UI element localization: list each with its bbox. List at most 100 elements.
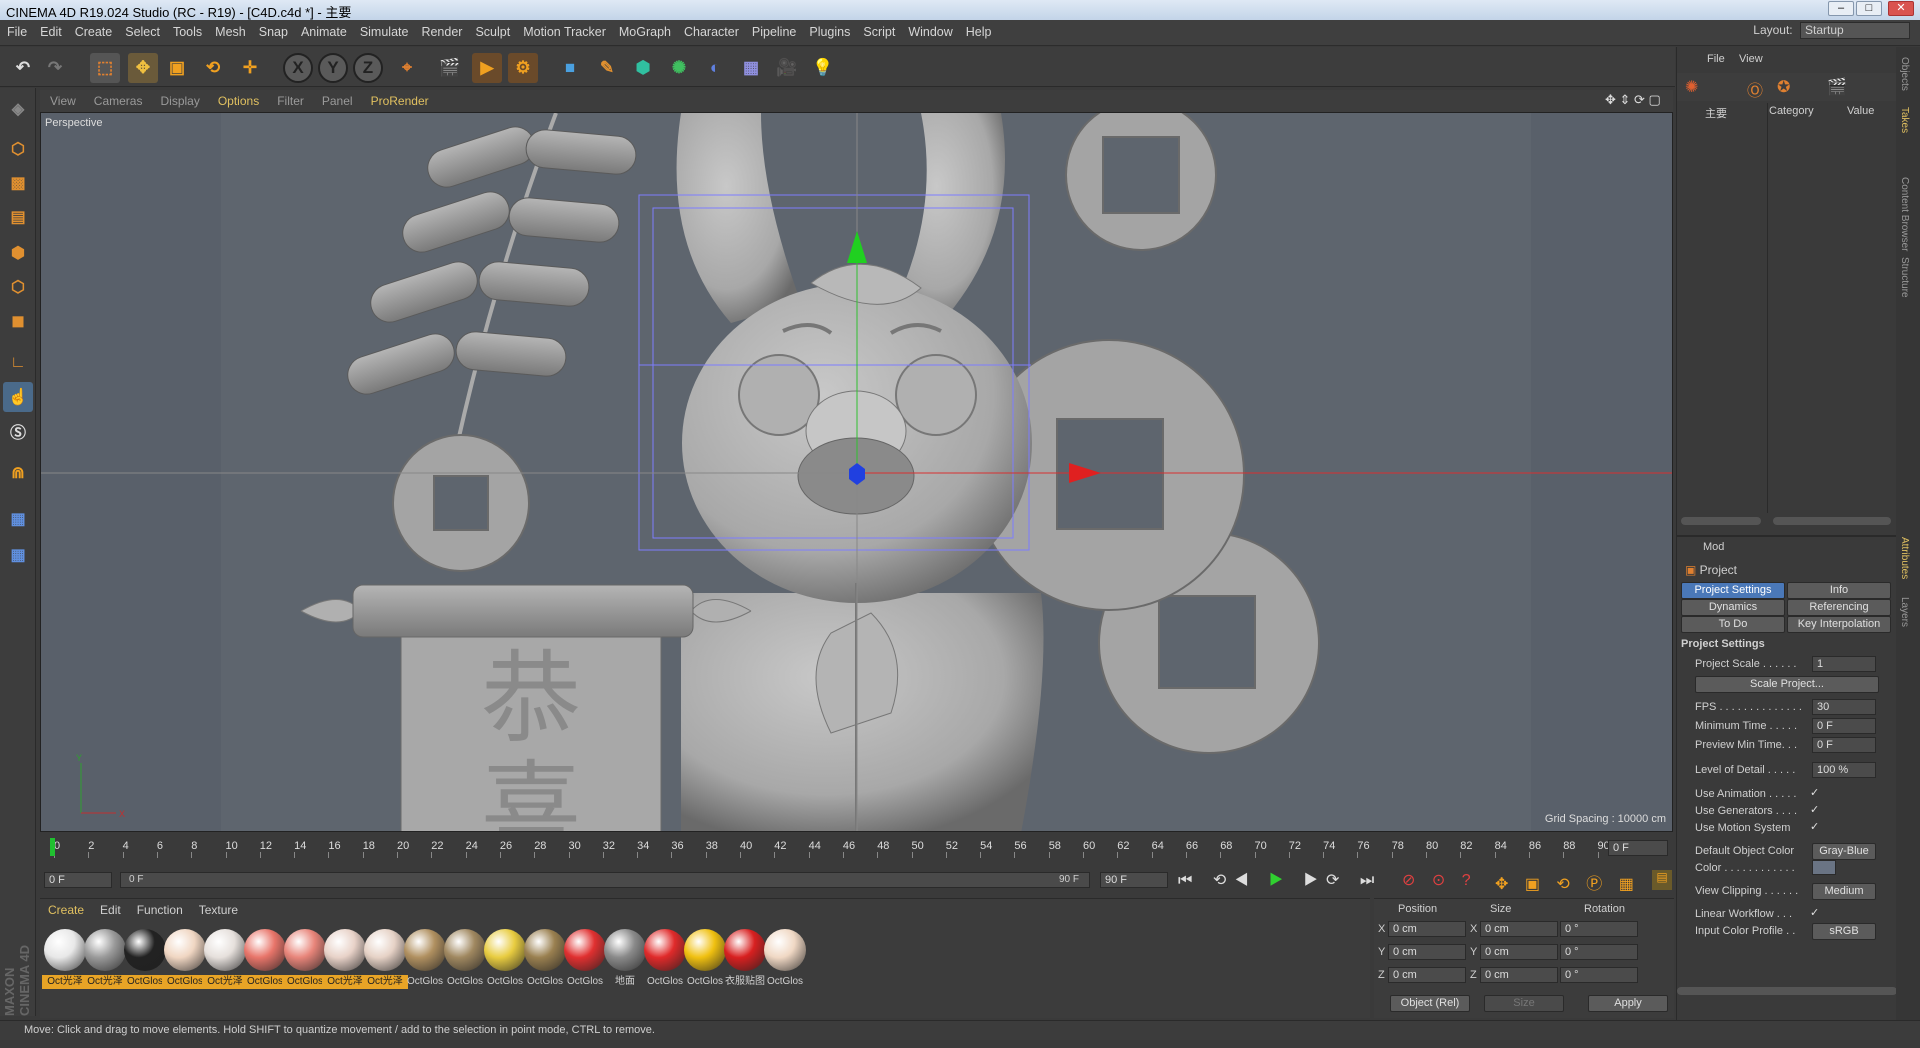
- side-tab-layers[interactable]: Layers: [1899, 597, 1910, 627]
- menu-select[interactable]: Select: [118, 20, 166, 39]
- layout-dropdown[interactable]: Startup: [1800, 22, 1910, 39]
- snapping-icon[interactable]: Ⓢ: [3, 416, 33, 446]
- take-main-item[interactable]: 主要: [1705, 105, 1727, 121]
- use-generators-checkbox[interactable]: ✓: [1810, 803, 1819, 816]
- side-tab-objects[interactable]: Objects: [1899, 57, 1910, 91]
- current-frame-field[interactable]: 0 F: [1608, 840, 1668, 856]
- use-motion-checkbox[interactable]: ✓: [1810, 820, 1819, 833]
- deformer-icon[interactable]: ◐: [700, 53, 730, 83]
- pen-spline-icon[interactable]: ✎: [592, 53, 622, 83]
- coord-value-field[interactable]: 0 cm: [1388, 967, 1466, 983]
- y-axis-lock-icon[interactable]: Y: [318, 53, 348, 83]
- polygons-mode-icon[interactable]: ◼: [3, 306, 33, 336]
- menu-script[interactable]: Script: [856, 20, 901, 39]
- side-tab-takes[interactable]: Takes: [1899, 107, 1910, 133]
- minimize-button[interactable]: –: [1828, 1, 1854, 16]
- solo-icon[interactable]: ▦: [3, 540, 33, 570]
- z-axis-lock-icon[interactable]: Z: [353, 53, 383, 83]
- menu-window[interactable]: Window: [901, 20, 958, 39]
- viewport-menu-display[interactable]: Display: [150, 90, 207, 108]
- transform-tool-icon[interactable]: ✛: [235, 53, 265, 83]
- frame-range-slider[interactable]: 0 F 90 F: [120, 872, 1090, 888]
- maximize-button[interactable]: □: [1856, 1, 1882, 16]
- record-keys-icon[interactable]: ⊘ ⊙ ?: [1402, 870, 1477, 890]
- timeline-window-icon[interactable]: ▤: [1652, 870, 1672, 890]
- axis-mode-icon[interactable]: ∟: [3, 348, 33, 378]
- render-picture-viewer-icon[interactable]: ▶: [472, 53, 502, 83]
- coord-value-field[interactable]: 0 °: [1560, 921, 1638, 937]
- tab-dynamics[interactable]: Dynamics: [1681, 599, 1785, 616]
- material-menu-edit[interactable]: Edit: [92, 903, 129, 917]
- model-mode-icon[interactable]: ⬡: [3, 134, 33, 164]
- viewport-menu-cameras[interactable]: Cameras: [84, 90, 151, 108]
- menu-mesh[interactable]: Mesh: [208, 20, 252, 39]
- coord-value-field[interactable]: 0 cm: [1480, 944, 1558, 960]
- side-tab-structure[interactable]: Structure: [1899, 257, 1910, 298]
- lock-workplane-icon[interactable]: ▦: [3, 504, 33, 534]
- menu-create[interactable]: Create: [68, 20, 119, 39]
- menu-mograph[interactable]: MoGraph: [612, 20, 677, 39]
- side-tab-attributes[interactable]: Attributes: [1899, 537, 1910, 579]
- coord-value-field[interactable]: 0 °: [1560, 967, 1638, 983]
- material-menu-create[interactable]: Create: [40, 903, 92, 917]
- subdivision-icon[interactable]: ⬢: [628, 53, 658, 83]
- x-axis-lock-icon[interactable]: X: [283, 53, 313, 83]
- playback-controls[interactable]: ⏮ ⟲◀ ▶ ▶⟳ ⏭: [1178, 870, 1382, 890]
- preview-min-field[interactable]: 0 F: [1812, 737, 1876, 753]
- menu-character[interactable]: Character: [677, 20, 745, 39]
- viewport-menu-options[interactable]: Options: [208, 90, 267, 108]
- side-tab-content-browser[interactable]: Content Browser: [1899, 177, 1910, 251]
- tab-referencing[interactable]: Referencing: [1787, 599, 1891, 616]
- viewport-nav-icons[interactable]: ✥ ⇕ ⟳ ▢: [1605, 92, 1661, 108]
- tab-info[interactable]: Info: [1787, 582, 1891, 599]
- material-menu-function[interactable]: Function: [129, 903, 191, 917]
- coordinate-system-icon[interactable]: ⌖: [392, 53, 422, 83]
- linear-workflow-checkbox[interactable]: ✓: [1810, 906, 1819, 919]
- undo-icon[interactable]: ↶: [8, 53, 38, 83]
- coord-value-field[interactable]: 0 cm: [1480, 967, 1558, 983]
- menu-plugins[interactable]: Plugins: [802, 20, 856, 39]
- key-filter-icons[interactable]: ✥ ▣ ⟲ Ⓟ ▦: [1495, 870, 1640, 894]
- cloner-icon[interactable]: ✺: [664, 53, 694, 83]
- edges-mode-icon[interactable]: ⬡: [3, 272, 33, 302]
- menu-sculpt[interactable]: Sculpt: [468, 20, 516, 39]
- start-frame-field[interactable]: 0 F: [44, 872, 112, 888]
- viewport-menu-panel[interactable]: Panel: [312, 90, 361, 108]
- menu-simulate[interactable]: Simulate: [353, 20, 415, 39]
- tab-key-interpolation[interactable]: Key Interpolation: [1787, 616, 1891, 633]
- project-scale-field[interactable]: 1: [1812, 656, 1876, 672]
- menu-motion-tracker[interactable]: Motion Tracker: [516, 20, 612, 39]
- menu-file[interactable]: File: [0, 20, 33, 39]
- texture-mode-icon[interactable]: ▩: [3, 168, 33, 198]
- attr-mode-menu[interactable]: Mod: [1703, 541, 1724, 553]
- floor-icon[interactable]: ▦: [736, 53, 766, 83]
- objects-menu-file[interactable]: File: [1707, 53, 1725, 65]
- coord-value-field[interactable]: 0 cm: [1480, 921, 1558, 937]
- workplane-icon[interactable]: ▤: [3, 202, 33, 232]
- viewport-perspective[interactable]: 恭 喜 Y X Perspective Grid Spacing : 10000…: [40, 112, 1673, 832]
- tab-project-settings[interactable]: Project Settings: [1681, 582, 1785, 599]
- default-color-dropdown[interactable]: Gray-Blue: [1812, 843, 1876, 860]
- menu-animate[interactable]: Animate: [294, 20, 353, 39]
- end-frame-field[interactable]: 90 F: [1100, 872, 1168, 888]
- lod-field[interactable]: 100 %: [1812, 762, 1876, 778]
- move-tool-icon[interactable]: ✥: [128, 53, 158, 83]
- viewport-menu-prorender[interactable]: ProRender: [361, 90, 437, 108]
- tab-todo[interactable]: To Do: [1681, 616, 1785, 633]
- coord-value-field[interactable]: 0 cm: [1388, 944, 1466, 960]
- input-profile-dropdown[interactable]: sRGB: [1812, 923, 1876, 940]
- close-button[interactable]: ✕: [1888, 1, 1914, 16]
- render-settings-icon[interactable]: ⚙: [508, 53, 538, 83]
- view-clipping-dropdown[interactable]: Medium: [1812, 883, 1876, 900]
- render-view-icon[interactable]: 🎬: [435, 53, 465, 83]
- make-editable-icon[interactable]: ◈: [3, 94, 33, 124]
- fps-field[interactable]: 30: [1812, 699, 1876, 715]
- scrollbar[interactable]: [1773, 517, 1891, 525]
- scrollbar[interactable]: [1681, 517, 1761, 525]
- scale-project-button[interactable]: Scale Project...: [1695, 676, 1879, 693]
- menu-edit[interactable]: Edit: [33, 20, 68, 39]
- viewport-menu-view[interactable]: View: [40, 90, 84, 108]
- redo-icon[interactable]: ↷: [40, 53, 70, 83]
- points-mode-icon[interactable]: ⬢: [3, 238, 33, 268]
- playhead[interactable]: [50, 838, 55, 856]
